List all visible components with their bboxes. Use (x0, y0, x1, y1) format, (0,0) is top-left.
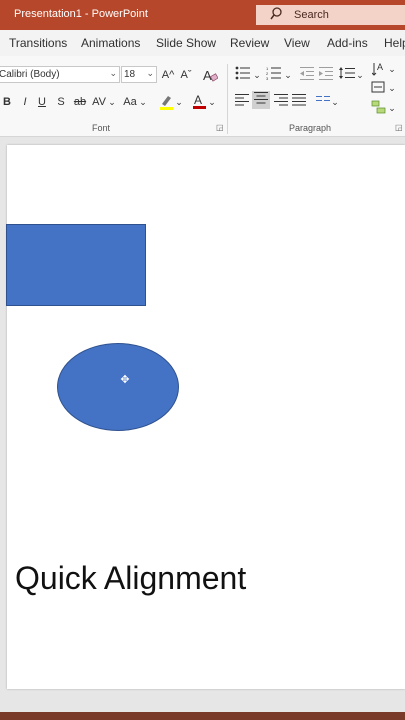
strikethrough-button[interactable]: ab (73, 94, 87, 110)
font-group-label: Font (92, 123, 111, 133)
align-right-icon[interactable] (274, 93, 288, 109)
font-name-select[interactable]: Calibri (Body) ⌄ (0, 66, 120, 83)
chevron-down-icon[interactable]: ⌄ (284, 67, 292, 83)
chevron-down-icon[interactable]: ⌄ (208, 94, 216, 110)
highlight-color-icon[interactable] (158, 93, 174, 110)
character-spacing-button[interactable]: AV (91, 94, 107, 110)
paragraph-dialog-launcher-icon[interactable]: ◲ (395, 123, 403, 132)
chevron-down-icon[interactable]: ⌄ (356, 67, 364, 83)
chevron-down-icon[interactable]: ⌄ (388, 80, 396, 96)
line-spacing-icon[interactable] (339, 66, 355, 82)
grow-font-button[interactable]: A^ (161, 67, 175, 83)
text-direction-icon[interactable]: A (371, 61, 388, 77)
chevron-down-icon[interactable]: ⌄ (139, 94, 147, 110)
align-center-icon[interactable] (252, 91, 270, 109)
align-left-icon[interactable] (235, 93, 249, 109)
chevron-down-icon: ⌄ (109, 68, 117, 78)
window-title: Presentation1 - PowerPoint (14, 8, 148, 20)
font-size-value: 18 (124, 69, 136, 80)
rectangle-shape[interactable] (6, 224, 146, 306)
chevron-down-icon[interactable]: ⌄ (331, 94, 339, 110)
smartart-icon[interactable] (371, 100, 387, 116)
ellipse-shape[interactable] (57, 343, 179, 431)
move-cursor-icon: ✥ (120, 374, 130, 386)
group-divider (227, 64, 228, 134)
search-icon (270, 7, 282, 24)
title-bar: Presentation1 - PowerPoint Search (0, 0, 405, 30)
shrink-font-button[interactable]: Aˇ (179, 67, 193, 83)
tab-slide-show[interactable]: Slide Show (156, 36, 216, 50)
clear-formatting-icon[interactable]: A (202, 67, 219, 83)
chevron-down-icon: ⌄ (146, 68, 154, 78)
bullets-icon[interactable] (235, 66, 251, 82)
chevron-down-icon[interactable]: ⌄ (108, 94, 116, 110)
chevron-down-icon[interactable]: ⌄ (388, 100, 396, 116)
paragraph-group-label: Paragraph (289, 123, 332, 133)
status-bar-edge (0, 712, 405, 720)
svg-text:3: 3 (266, 76, 269, 80)
svg-text:A: A (377, 62, 383, 72)
decrease-indent-icon[interactable] (300, 66, 314, 82)
tab-view[interactable]: View (284, 36, 310, 50)
chevron-down-icon[interactable]: ⌄ (175, 94, 183, 110)
video-caption: Quick Alignment (15, 560, 247, 596)
tab-add-ins[interactable]: Add-ins (327, 36, 368, 50)
tab-review[interactable]: Review (230, 36, 269, 50)
search-placeholder: Search (294, 9, 329, 21)
chevron-down-icon[interactable]: ⌄ (253, 67, 261, 83)
tab-help[interactable]: Help (384, 36, 405, 50)
justify-icon[interactable] (292, 93, 306, 109)
tab-animations[interactable]: Animations (81, 36, 140, 50)
chevron-down-icon[interactable]: ⌄ (388, 61, 396, 77)
italic-button[interactable]: I (20, 94, 30, 110)
underline-button[interactable]: U (37, 94, 47, 110)
font-color-icon[interactable]: A (191, 92, 207, 109)
ribbon-tabs: Transitions Animations Slide Show Review… (0, 30, 405, 56)
tab-transitions[interactable]: Transitions (9, 36, 67, 50)
ribbon: Calibri (Body) ⌄ 18 ⌄ A^ Aˇ A B I U S ab… (0, 56, 405, 137)
increase-indent-icon[interactable] (319, 66, 333, 82)
svg-text:A: A (203, 68, 212, 83)
svg-text:A: A (194, 93, 202, 107)
numbering-icon[interactable]: 123 (266, 66, 282, 82)
bold-button[interactable]: B (2, 94, 12, 110)
columns-icon[interactable] (316, 94, 330, 110)
change-case-button[interactable]: Aa (122, 94, 138, 110)
font-name-value: Calibri (Body) (0, 69, 60, 80)
font-dialog-launcher-icon[interactable]: ◲ (216, 123, 224, 132)
search-box[interactable]: Search (256, 5, 405, 25)
align-text-icon[interactable] (371, 80, 387, 96)
text-shadow-button[interactable]: S (56, 94, 66, 110)
font-size-select[interactable]: 18 ⌄ (121, 66, 157, 83)
